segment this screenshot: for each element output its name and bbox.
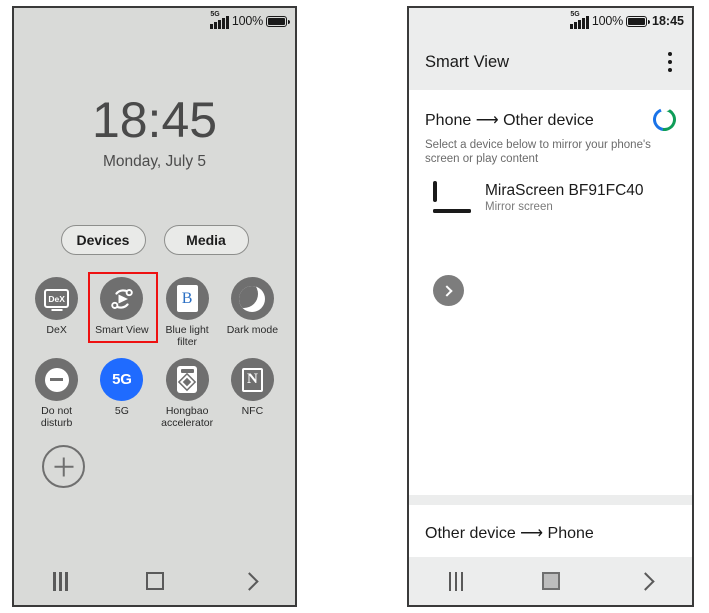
phone-to-device-subtitle: Select a device below to mirror your pho…	[425, 139, 651, 165]
device-text-block: MiraScreen BF91FC40 Mirror screen	[485, 182, 644, 213]
tile-dex-label: DeX	[46, 324, 67, 336]
tile-row-1: DeX DeX Smart View B Blue light filter D…	[24, 272, 285, 348]
left-status-bar: 5G 100%	[14, 8, 295, 34]
right-nav-bar	[409, 557, 692, 605]
media-tab-label: Media	[186, 232, 226, 248]
smart-view-body: Phone ⟶ Other device Select a device bel…	[409, 90, 692, 561]
tile-do-not-disturb-label: Do not disturb	[40, 405, 73, 429]
battery-full-icon	[266, 15, 290, 27]
tile-5g-label: 5G	[114, 405, 129, 417]
battery-full-icon	[626, 15, 651, 27]
screenshot-stage: 5G 100% 18:45 Monday, July 5 Devices Med…	[0, 0, 709, 613]
signal-bars-icon: 5G	[570, 10, 589, 29]
expand-chevron-button[interactable]	[433, 275, 464, 306]
nfc-icon: N	[230, 358, 274, 401]
panel-tab-row: Devices Media	[14, 225, 295, 255]
media-tab[interactable]: Media	[163, 225, 249, 255]
tile-smart-view[interactable]: Smart View	[88, 272, 159, 348]
tile-smart-view-label: Smart View	[95, 324, 149, 336]
status-bar-clock: 18:45	[652, 14, 684, 28]
network-type-label: 5G	[210, 10, 220, 18]
tile-do-not-disturb[interactable]: Do not disturb	[24, 358, 89, 429]
device-to-phone-section[interactable]: Other device ⟶ Phone	[409, 505, 692, 561]
tile-blue-light-filter-label: Blue light filter	[165, 324, 209, 348]
device-subtitle: Mirror screen	[485, 201, 553, 213]
clock-time: 18:45	[91, 92, 218, 148]
content-spacer	[409, 306, 692, 495]
device-list-item-mirascreen[interactable]: MiraScreen BF91FC40 Mirror screen	[425, 180, 676, 213]
back-icon[interactable]	[636, 571, 656, 591]
devices-tab-label: Devices	[76, 232, 130, 248]
tile-hongbao-accelerator-label: Hongbao accelerator	[161, 405, 214, 429]
chevron-right-icon	[441, 284, 453, 297]
five-g-icon: 5G	[100, 358, 144, 401]
left-nav-bar	[14, 557, 295, 605]
battery-percent-label: 100%	[231, 14, 263, 28]
tile-dark-mode-label: Dark mode	[226, 324, 279, 336]
scanning-spinner-icon	[648, 103, 681, 136]
back-icon[interactable]	[240, 571, 259, 591]
tile-row-2: Do not disturb 5G 5G Hongbao accelerator	[24, 358, 285, 429]
battery-percent-label: 100%	[591, 14, 624, 28]
blue-light-filter-icon: B	[165, 277, 209, 320]
clock-date: Monday, July 5	[102, 153, 207, 170]
device-to-phone-title: Other device ⟶ Phone	[425, 525, 594, 542]
tile-blue-light-filter[interactable]: B Blue light filter	[155, 277, 220, 348]
device-name: MiraScreen BF91FC40	[485, 182, 644, 199]
smart-view-icon	[100, 277, 144, 320]
home-icon[interactable]	[146, 572, 165, 590]
laptop-icon	[433, 180, 471, 213]
network-type-label: 5G	[570, 10, 580, 18]
add-tile-button[interactable]	[42, 445, 85, 488]
recents-icon[interactable]	[448, 571, 464, 591]
smart-view-app-bar: Smart View	[409, 34, 692, 90]
phone-to-device-header: Phone ⟶ Other device	[425, 103, 681, 136]
dex-icon: DeX	[35, 277, 79, 320]
home-icon[interactable]	[542, 572, 561, 590]
five-g-glyph-label: 5G	[112, 371, 132, 388]
phone-to-device-section: Phone ⟶ Other device Select a device bel…	[409, 90, 692, 306]
section-divider	[409, 495, 692, 505]
tile-nfc-label: NFC	[241, 405, 264, 417]
tile-dex[interactable]: DeX DeX	[24, 277, 89, 348]
hongbao-accelerator-icon	[165, 358, 209, 401]
phone-to-device-title: Phone ⟶ Other device	[425, 111, 594, 129]
right-phone-smart-view: 5G 100% 18:45 Smart View Phone ⟶ Other d…	[407, 6, 694, 607]
tile-hongbao-accelerator[interactable]: Hongbao accelerator	[155, 358, 220, 429]
quick-settings-tiles: DeX DeX Smart View B Blue light filter D…	[14, 272, 295, 488]
dark-mode-icon	[230, 277, 274, 320]
tile-nfc[interactable]: N NFC	[220, 358, 285, 429]
right-status-bar: 5G 100% 18:45	[409, 8, 692, 34]
tile-dark-mode[interactable]: Dark mode	[220, 277, 285, 348]
tile-5g[interactable]: 5G 5G	[89, 358, 154, 429]
lockscreen-clock: 18:45 Monday, July 5	[14, 92, 295, 171]
left-phone-quick-panel: 5G 100% 18:45 Monday, July 5 Devices Med…	[12, 6, 297, 607]
signal-bars-icon: 5G	[210, 10, 229, 29]
do-not-disturb-icon	[35, 358, 79, 401]
devices-tab[interactable]: Devices	[60, 225, 146, 255]
page-title: Smart View	[425, 52, 510, 71]
overflow-menu-icon[interactable]	[664, 48, 676, 76]
recents-icon[interactable]	[53, 571, 68, 591]
